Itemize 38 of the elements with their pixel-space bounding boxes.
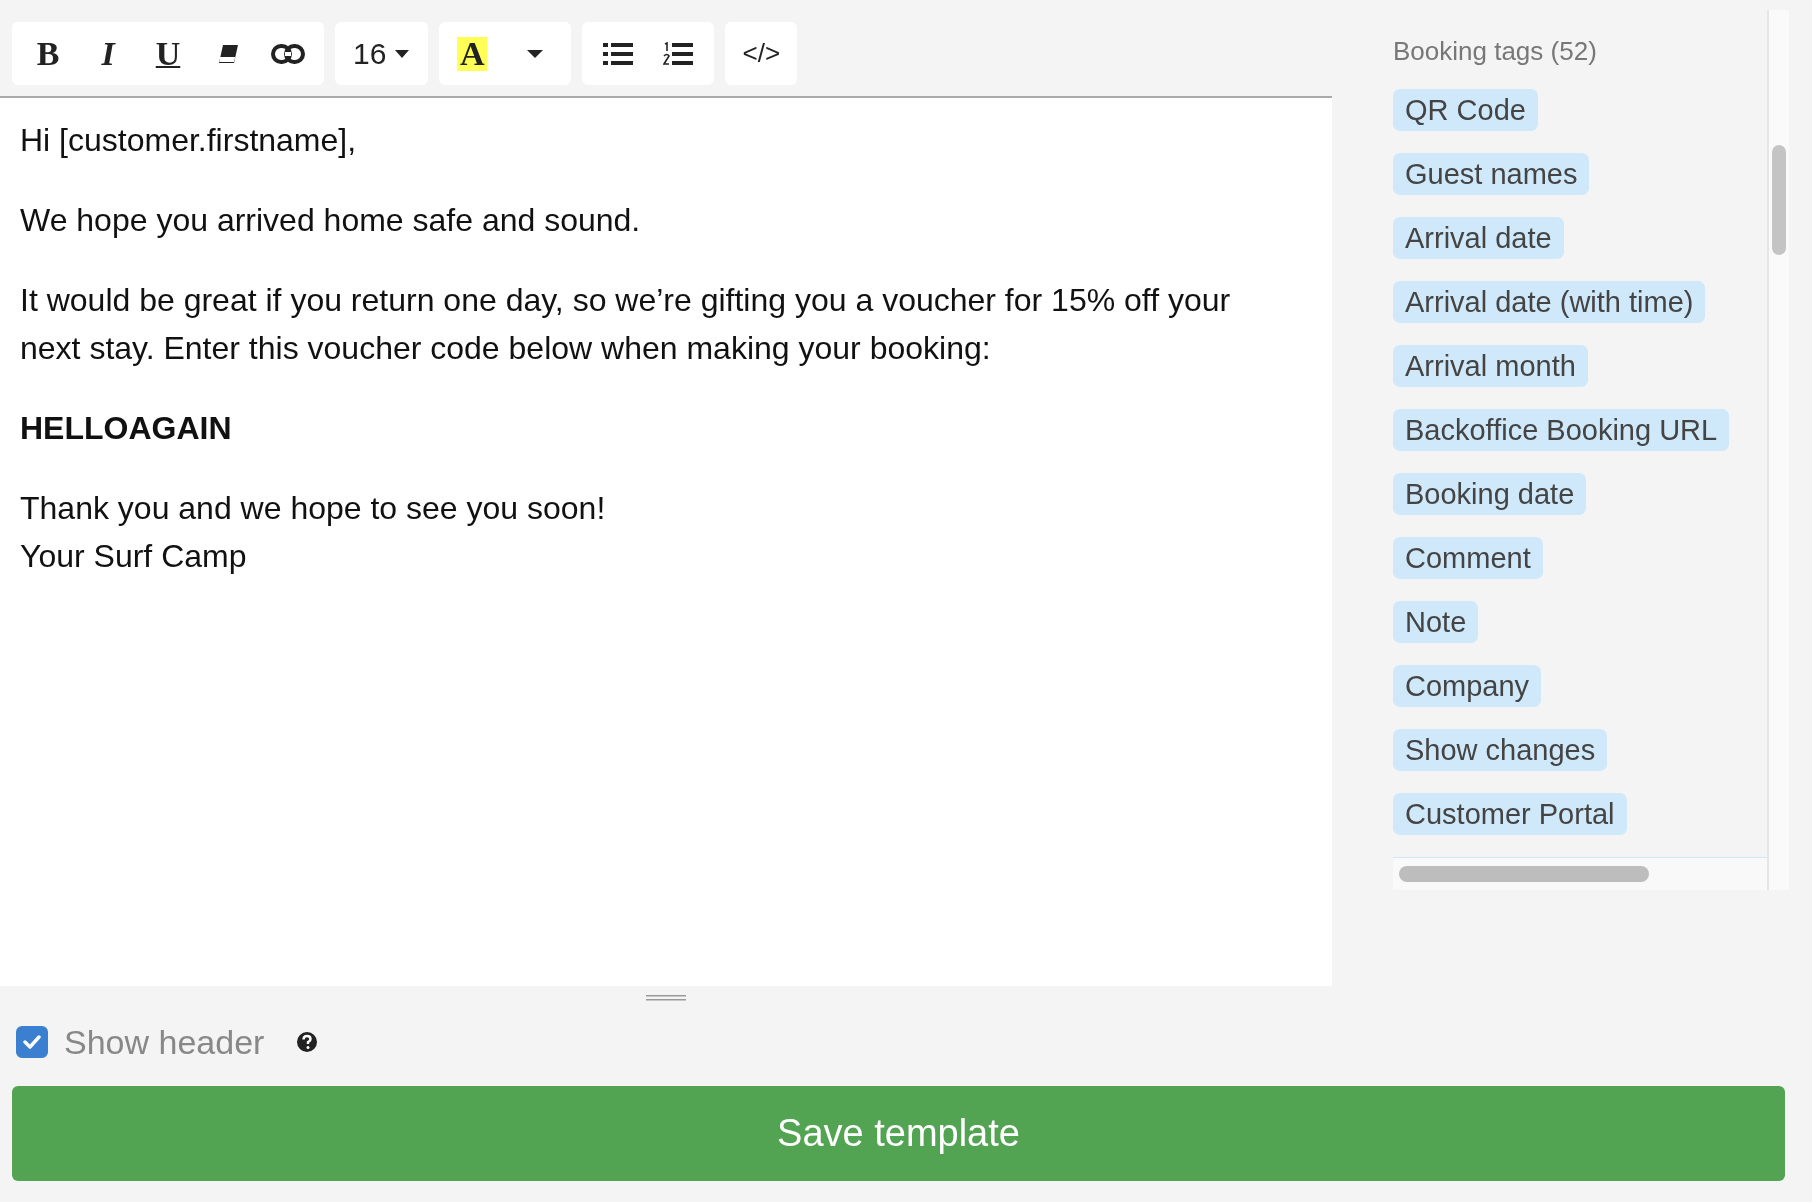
checkbox-label: Show header: [64, 1022, 265, 1062]
scrollbar-thumb[interactable]: [1772, 145, 1786, 255]
tag-chip[interactable]: Arrival date: [1393, 217, 1564, 259]
tag-chip[interactable]: Arrival month: [1393, 345, 1588, 387]
editor-text: Your Surf Camp: [20, 537, 248, 576]
tag-chip[interactable]: Guest names: [1393, 153, 1590, 195]
resize-handle-icon[interactable]: [646, 993, 686, 1003]
editor-text: Thank you and we hope to see you soon!: [20, 489, 607, 528]
editor-text: We hope you arrived home safe and sound.: [20, 201, 642, 240]
checkmark-icon: [23, 1035, 41, 1049]
tag-chip[interactable]: Comment: [1393, 537, 1543, 579]
editor-text: Hi [customer.firstname],: [20, 121, 358, 160]
editor-text: It would be great if you return one day, so we’re gifting you a voucher for 15% off your next stay. Enter this voucher code below when making your booking:: [20, 281, 1232, 368]
tag-chip[interactable]: Customer Portal: [1393, 793, 1627, 835]
text-color-button[interactable]: A: [457, 36, 488, 71]
underline-button[interactable]: U: [138, 22, 198, 85]
font-size-dropdown[interactable]: 16: [341, 22, 423, 85]
tag-chip[interactable]: Booking date: [1393, 473, 1587, 515]
checkbox[interactable]: [16, 1026, 48, 1058]
tag-chip[interactable]: Company: [1393, 665, 1542, 707]
scrollbar-thumb[interactable]: [1399, 866, 1649, 882]
text-editor[interactable]: [0, 98, 1332, 986]
panel-title: Booking tags (52): [1393, 36, 1597, 67]
editor-text: HELLOAGAIN: [20, 409, 233, 448]
link-icon: [270, 42, 306, 65]
tag-chip[interactable]: Arrival date (with time): [1393, 281, 1706, 323]
numbered-list-icon: [663, 41, 694, 66]
italic-button[interactable]: I: [78, 22, 138, 85]
caret-icon: [394, 48, 411, 59]
help-icon[interactable]: [296, 1031, 319, 1053]
bullet-list-icon: [603, 41, 634, 66]
bold-button[interactable]: B: [18, 22, 78, 85]
caret-icon: [526, 48, 545, 59]
tag-chip[interactable]: Show changes: [1393, 729, 1608, 771]
code-view-button[interactable]: </>: [731, 22, 792, 85]
tag-chip[interactable]: Backoffice Booking URL: [1393, 409, 1730, 451]
tag-chip[interactable]: Note: [1393, 601, 1479, 643]
tag-chip[interactable]: QR Code: [1393, 89, 1538, 131]
